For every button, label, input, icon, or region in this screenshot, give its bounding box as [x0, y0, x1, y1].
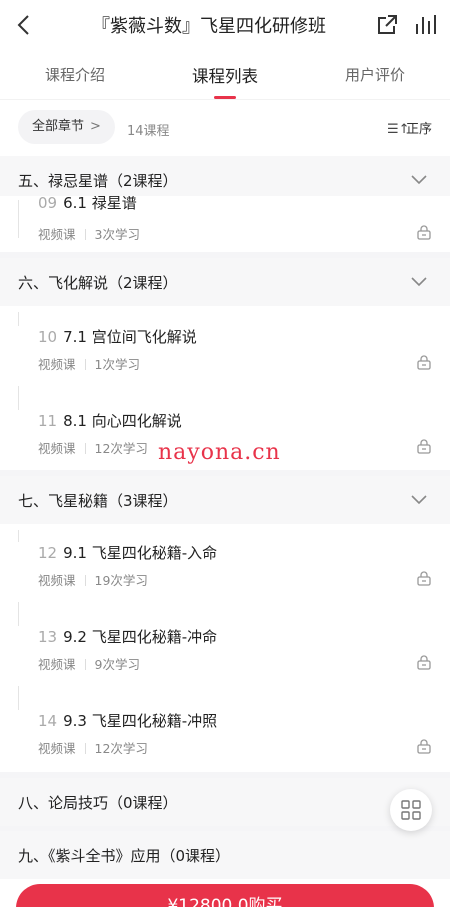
lesson-number: 12	[38, 544, 58, 562]
chapter-header[interactable]: 六、飞化解说（2课程）	[0, 258, 450, 306]
lesson-number: 13	[38, 628, 58, 646]
share-icon[interactable]	[374, 12, 400, 38]
lesson-title: 11 8.1 向心四化解说	[38, 412, 182, 430]
buy-button[interactable]: ¥12800.0购买	[16, 884, 434, 907]
lock-icon	[417, 739, 431, 754]
chapter-header[interactable]: 九、《紫斗全书》应用（0课程）	[0, 831, 450, 879]
filter-row: 全部章节 > 14课程 ☰↑正序	[0, 104, 450, 152]
lock-icon	[417, 225, 431, 240]
tab-reviews[interactable]: 用户评价	[300, 64, 450, 85]
lock-icon	[417, 355, 431, 370]
lesson-type: 视频课	[38, 441, 76, 456]
chevron-right-icon: >	[90, 119, 101, 134]
tab-lesson-list[interactable]: 课程列表	[150, 63, 300, 87]
watermark: nayona.cn	[158, 440, 281, 465]
lesson-type: 视频课	[38, 227, 76, 242]
sort-icon: ☰↑	[386, 122, 410, 137]
chapter-filter-button[interactable]: 全部章节 >	[18, 110, 115, 144]
stats-icon[interactable]	[412, 12, 438, 38]
lesson-meta: 视频课 12次学习	[38, 438, 148, 457]
lock-icon	[417, 655, 431, 670]
chapter-title: 七、飞星秘籍（3课程）	[18, 492, 178, 510]
lesson-item[interactable]: 12 9.1 飞星四化秘籍-入命 视频课 19次学习	[0, 542, 450, 602]
lesson-number: 09	[38, 196, 58, 212]
lesson-number: 14	[38, 712, 58, 730]
active-tab-indicator	[214, 96, 236, 99]
lesson-meta: 视频课 19次学习	[38, 570, 148, 589]
timeline-rail	[18, 200, 19, 238]
chapter-title: 五、禄忌星谱（2课程）	[18, 172, 178, 190]
lock-icon	[417, 571, 431, 586]
page-title: 『紫薇斗数』飞星四化研修班	[92, 16, 326, 37]
lesson-meta: 视频课 12次学习	[38, 738, 148, 757]
lesson-title: 14 9.3 飞星四化秘籍-冲照	[38, 712, 218, 730]
chapter-title: 六、飞化解说（2课程）	[18, 274, 178, 292]
lesson-meta: 视频课 9次学习	[38, 654, 140, 673]
lesson-item[interactable]: 13 9.2 飞星四化秘籍-冲命 视频课 9次学习	[0, 626, 450, 686]
lesson-number: 11	[38, 412, 58, 430]
lesson-views: 9次学习	[94, 657, 140, 672]
chevron-down-icon	[411, 277, 427, 287]
chapter-header[interactable]: 八、论局技巧（0课程）	[0, 778, 450, 826]
top-bar: 『紫薇斗数』飞星四化研修班	[0, 0, 450, 50]
sort-label: 正序	[405, 122, 432, 137]
lesson-number: 10	[38, 328, 58, 346]
back-arrow-icon[interactable]	[12, 12, 38, 38]
lesson-views: 12次学习	[94, 741, 148, 756]
grid-menu-button[interactable]	[390, 789, 432, 831]
lock-icon	[417, 439, 431, 454]
lesson-title: 10 7.1 宫位间飞化解说	[38, 328, 197, 346]
lesson-type: 视频课	[38, 741, 76, 756]
lesson-views: 12次学习	[94, 441, 148, 456]
lesson-item[interactable]: 09 6.1 禄星谱 视频课 3次学习	[0, 196, 450, 246]
lesson-type: 视频课	[38, 657, 76, 672]
chevron-down-icon	[411, 175, 427, 185]
lesson-views: 1次学习	[94, 357, 140, 372]
lesson-views: 19次学习	[94, 573, 148, 588]
lesson-item[interactable]: 14 9.3 飞星四化秘籍-冲照 视频课 12次学习	[0, 710, 450, 770]
grid-icon	[401, 800, 421, 820]
tab-bar: 课程介绍 课程列表 用户评价	[0, 50, 450, 100]
sort-button[interactable]: ☰↑正序	[387, 118, 432, 137]
chapter-title: 八、论局技巧（0课程）	[18, 794, 178, 812]
lesson-title: 09 6.1 禄星谱	[38, 196, 137, 212]
chapter-header[interactable]: 七、飞星秘籍（3课程）	[0, 476, 450, 524]
lesson-views: 3次学习	[94, 227, 140, 242]
lesson-title: 12 9.1 飞星四化秘籍-入命	[38, 544, 218, 562]
tab-intro[interactable]: 课程介绍	[0, 64, 150, 85]
lesson-title: 13 9.2 飞星四化秘籍-冲命	[38, 628, 218, 646]
lesson-meta: 视频课 1次学习	[38, 354, 140, 373]
lesson-count: 14课程	[127, 124, 170, 139]
lesson-type: 视频课	[38, 573, 76, 588]
chapter-title: 九、《紫斗全书》应用（0课程）	[18, 847, 231, 865]
chapter-filter-label: 全部章节	[32, 119, 85, 134]
lesson-type: 视频课	[38, 357, 76, 372]
lesson-meta: 视频课 3次学习	[38, 224, 140, 243]
lesson-item[interactable]: 10 7.1 宫位间飞化解说 视频课 1次学习	[0, 326, 450, 386]
chevron-down-icon	[411, 495, 427, 505]
